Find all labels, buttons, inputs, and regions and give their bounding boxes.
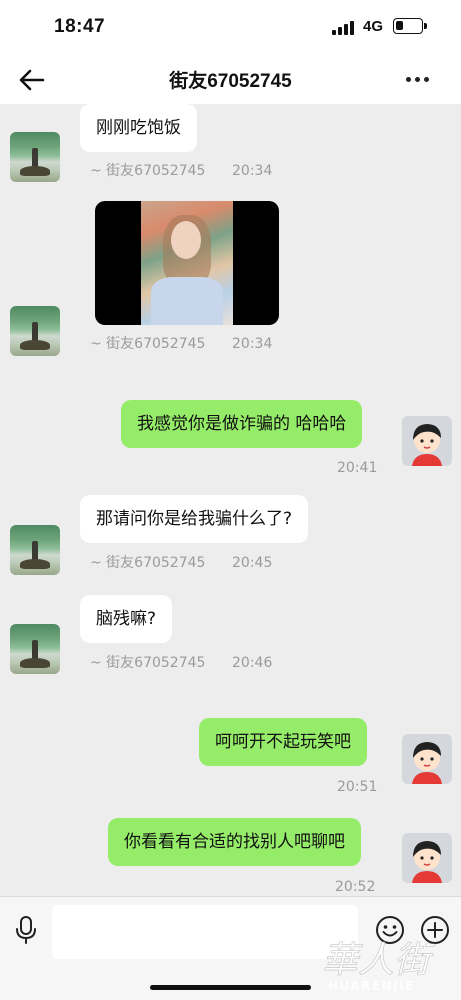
contact-avatar[interactable] [10,306,60,356]
photo-thumbnail [141,201,233,325]
message-bubble[interactable]: 你看看有合适的找别人吧聊吧 [108,818,361,866]
emoji-icon [376,916,404,944]
message-sender: ~ 街友67052745 [90,163,206,179]
battery-icon [393,18,427,34]
status-time: 18:47 [54,16,106,37]
my-avatar[interactable] [402,833,452,883]
more-actions-button[interactable] [419,914,451,946]
home-indicator [150,985,311,990]
voice-button[interactable] [10,914,42,946]
message-time: 20:51 [337,779,378,795]
network-label: 4G [363,18,384,35]
chat-area[interactable]: 刚刚吃饱饭 ~ 街友67052745 20:34 ~ 街友67052745 20… [0,104,461,896]
message-sender: ~ 街友67052745 [90,655,206,671]
message-time: 20:52 [335,879,376,895]
cartoon-boy-icon [412,841,442,883]
message-time: 20:41 [337,460,378,476]
more-options-button[interactable] [400,64,434,94]
nav-bar: 街友67052745 [0,56,461,104]
my-avatar[interactable] [402,416,452,466]
contact-avatar[interactable] [10,624,60,674]
message-bubble[interactable]: 脑残嘛? [80,595,173,643]
message-time: 20:45 [232,555,273,571]
microphone-icon [16,916,36,944]
message-input[interactable] [52,905,358,959]
cartoon-boy-icon [412,424,442,466]
message-bubble[interactable]: 我感觉你是做诈骗的 哈哈哈 [121,400,363,448]
cartoon-boy-icon [412,742,442,784]
input-bar [0,896,461,1000]
image-message[interactable] [95,201,279,325]
chat-title: 街友67052745 [169,71,292,92]
emoji-button[interactable] [374,914,406,946]
message-bubble[interactable]: 刚刚吃饱饭 [80,104,197,152]
signal-icon [332,21,356,35]
message-time: 20:34 [232,336,273,352]
message-sender: ~ 街友67052745 [90,336,206,352]
message-bubble[interactable]: 那请问你是给我骗什么了? [80,495,309,543]
message-sender: ~ 街友67052745 [90,555,206,571]
contact-avatar[interactable] [10,132,60,182]
plus-icon [421,916,449,944]
message-bubble[interactable]: 呵呵开不起玩笑吧 [199,718,367,766]
message-time: 20:46 [232,655,273,671]
status-bar: 18:47 4G [0,0,461,56]
my-avatar[interactable] [402,734,452,784]
contact-avatar[interactable] [10,525,60,575]
message-time: 20:34 [232,163,273,179]
